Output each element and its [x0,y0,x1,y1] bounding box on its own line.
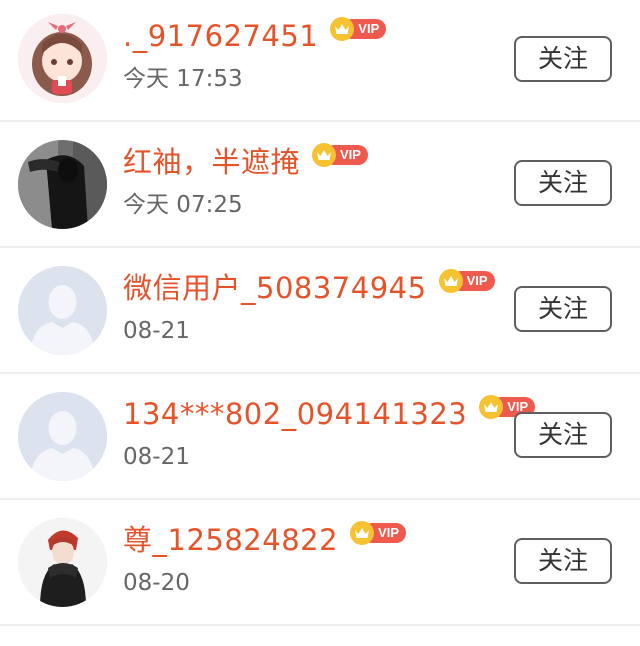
list-item[interactable]: ._917627451 VIP 今天 17:53 关注 [0,0,640,122]
name-line: 微信用户_508374945 VIP [123,268,495,308]
vip-badge: VIP [350,521,407,545]
crown-icon [312,143,337,167]
avatar[interactable] [18,518,107,607]
default-avatar-icon [18,266,107,355]
follow-button[interactable]: 关注 [514,36,612,82]
username[interactable]: 尊_125824822 [123,520,338,560]
timestamp: 今天 07:25 [123,192,243,218]
follow-button[interactable]: 关注 [514,412,612,458]
name-line: 红袖，半遮掩 VIP [123,142,368,182]
crown-icon [350,521,375,545]
follow-button[interactable]: 关注 [514,286,612,332]
username[interactable]: 微信用户_508374945 [123,268,427,308]
list-item[interactable]: 134***802_094141323 VIP 08-21 关注 [0,374,640,500]
username[interactable]: 红袖，半遮掩 [123,142,300,182]
list-item[interactable]: 尊_125824822 VIP 08-20 关注 [0,500,640,626]
vip-badge: VIP [330,17,387,41]
timestamp: 08-20 [123,570,190,596]
crown-icon [438,269,463,293]
list-item[interactable]: 微信用户_508374945 VIP 08-21 关注 [0,248,640,374]
dark-photo-avatar-icon [18,140,107,229]
anime-girl-avatar-icon [18,14,107,103]
vip-badge: VIP [312,143,368,167]
avatar[interactable] [18,392,107,481]
follow-button[interactable]: 关注 [514,160,612,206]
timestamp: 今天 17:53 [123,66,243,92]
name-line: ._917627451 VIP [123,16,387,56]
username[interactable]: ._917627451 [123,16,318,56]
vip-badge: VIP [438,269,495,293]
follow-button[interactable]: 关注 [514,538,612,584]
name-line: 134***802_094141323 VIP [123,394,536,434]
timestamp: 08-21 [123,444,190,470]
default-avatar-icon [18,392,107,481]
name-line: 尊_125824822 VIP [123,520,407,560]
username[interactable]: 134***802_094141323 [123,394,467,434]
avatar[interactable] [18,140,107,229]
list-item[interactable]: 红袖，半遮掩 VIP 今天 07:25 关注 [0,122,640,248]
avatar[interactable] [18,266,107,355]
follower-list: ._917627451 VIP 今天 17:53 关注 红袖，半遮掩 VIP 今… [0,0,640,626]
avatar[interactable] [18,14,107,103]
timestamp: 08-21 [123,318,190,344]
anime-boy-avatar-icon [18,518,107,607]
